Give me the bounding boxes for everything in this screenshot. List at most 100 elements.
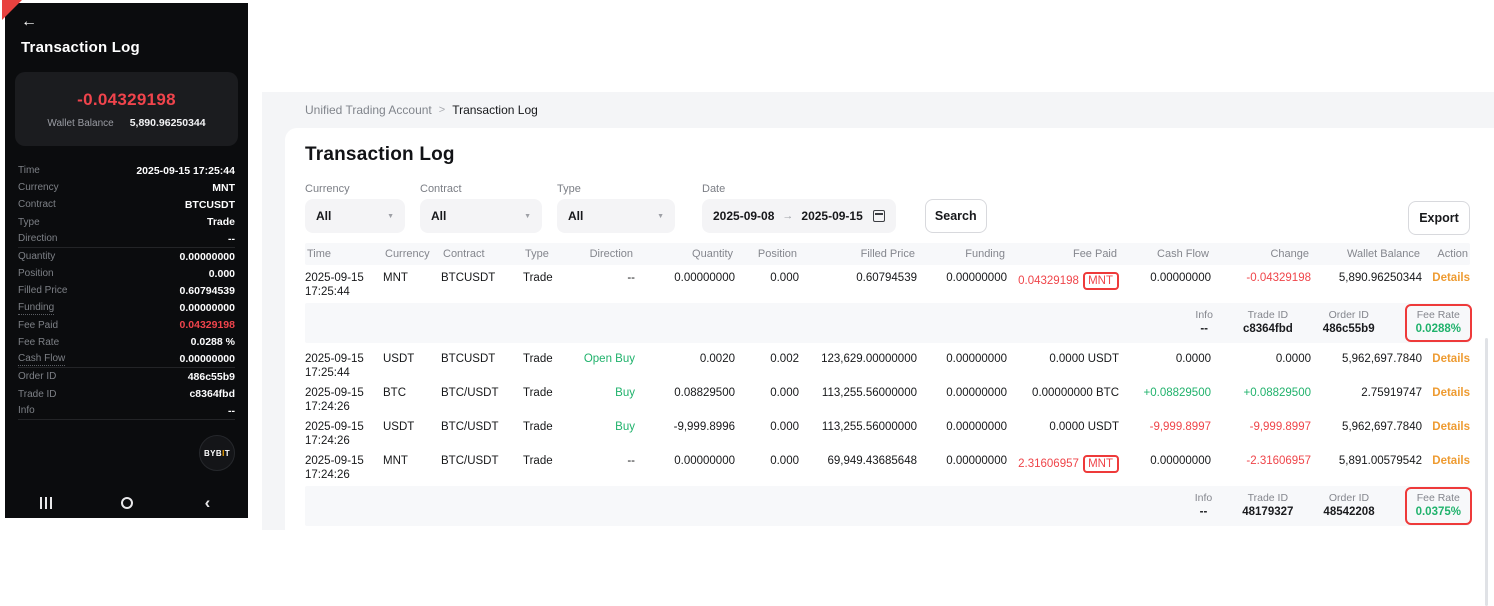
expanded-trade-id: Trade IDc8364fbd [1243,309,1293,337]
search-button[interactable]: Search [925,199,987,233]
phone-field-label: Time [18,165,40,176]
column-header: Funding [917,248,1007,260]
details-link[interactable]: Details [1432,272,1470,284]
expanded-info: Info-- [1195,309,1213,337]
calendar-icon [873,210,885,222]
table-scrollbar[interactable] [1485,338,1488,606]
info-value: -- [1195,322,1213,337]
info-value: -- [1195,505,1213,520]
expanded-fee-rate-annotation: Fee Rate0.0375% [1405,487,1472,525]
column-header: Contract [441,248,523,260]
cell-position: 0.000 [735,421,799,448]
cell-cash-flow: 0.0000 [1119,353,1211,380]
cell-cash-flow: -9,999.8997 [1119,421,1211,448]
chevron-down-icon: ▼ [657,213,664,220]
order-id-value: 48542208 [1323,505,1374,520]
column-header: Time [305,248,383,260]
type-select[interactable]: All ▼ [557,199,675,233]
cell-time: 2025-09-1517:24:26 [305,421,383,448]
column-header: Cash Flow [1119,248,1211,260]
trade-id-value: 48179327 [1242,505,1293,520]
phone-field-label: Direction [18,233,57,244]
time-line: 17:24:26 [305,435,383,449]
trade-id-label: Trade ID [1242,492,1293,505]
currency-select-value: All [316,209,331,223]
phone-field-row: Filled Price0.60794539 [18,282,235,299]
column-header: Position [735,248,799,260]
time-line: 2025-09-15 [305,455,383,469]
cell-contract: BTCUSDT [441,353,523,380]
phone-field-row: Funding0.00000000 [18,300,235,317]
export-button[interactable]: Export [1408,201,1470,235]
column-header: Change [1211,248,1311,260]
fee-paid-unit-annotation: MNT [1083,272,1119,290]
cell-fee-paid: 0.00000000 BTC [1007,387,1119,414]
table-body: 2025-09-1517:25:44MNTBTCUSDTTrade--0.000… [305,265,1470,526]
transaction-amount: -0.04329198 [77,90,176,110]
details-link[interactable]: Details [1432,421,1470,433]
expanded-detail-row: Info-- Trade IDc8364fbd Order ID486c55b9 Fe… [305,303,1470,343]
expanded-order-id: Order ID486c55b9 [1323,309,1375,337]
recents-button[interactable] [5,497,86,509]
fee-paid-unit: BTC [1096,387,1119,399]
phone-field-value: BTCUSDT [185,199,235,211]
breadcrumb-separator: > [439,104,445,116]
date-filter: Date 2025-09-08 → 2025-09-15 [702,183,896,233]
cell-change: -2.31606957 [1211,455,1311,482]
phone-field-label: Contract [18,199,56,210]
fee-rate-label: Fee Rate [1416,309,1461,322]
table-header-row: TimeCurrencyContractTypeDirectionQuantit… [305,243,1470,265]
home-button[interactable] [86,497,167,509]
bybit-logo: BYBIT [199,435,235,471]
phone-header: ← Transaction Log [5,3,248,56]
back-chevron-icon: ‹ [205,496,211,510]
cell-funding: 0.00000000 [917,353,1007,380]
cell-quantity: 0.00000000 [635,272,735,299]
details-link[interactable]: Details [1432,455,1470,467]
type-select-value: All [568,209,583,223]
phone-field-row: Contract BTCUSDT [18,196,235,213]
currency-filter: Currency All ▼ [305,183,405,233]
back-arrow-icon[interactable]: ← [21,13,37,31]
cell-direction: -- [575,272,635,299]
cell-action: Details [1422,272,1470,299]
time-line: 2025-09-15 [305,353,383,367]
cell-position: 0.002 [735,353,799,380]
phone-field-label: Fee Rate [18,337,59,348]
cell-direction: Buy [575,421,635,448]
cell-cash-flow: 0.00000000 [1119,455,1211,482]
currency-select[interactable]: All ▼ [305,199,405,233]
cell-contract: BTC/USDT [441,387,523,414]
order-id-value: 486c55b9 [1323,322,1375,337]
transaction-log-card: Transaction Log Currency All ▼ Contract … [285,128,1494,530]
cell-contract: BTC/USDT [441,455,523,482]
cell-type: Trade [523,455,575,482]
back-button[interactable]: ‹ [167,496,248,510]
phone-field-row: TypeTrade [18,214,235,231]
cell-type: Trade [523,272,575,299]
phone-field-value: 0.00000000 [180,353,235,365]
column-header: Fee Paid [1007,248,1119,260]
fee-paid-unit: USDT [1088,353,1119,365]
phone-field-row: CurrencyMNT [18,179,235,196]
cell-wallet-balance: 5,962,697.7840 [1311,421,1422,448]
cell-action: Details [1422,353,1470,380]
expanded-fee-rate-annotation: Fee Rate0.0288% [1405,304,1472,342]
contract-select[interactable]: All ▼ [420,199,542,233]
details-link[interactable]: Details [1432,387,1470,399]
cell-type: Trade [523,387,575,414]
phone-field-row: Cash Flow0.00000000 [18,351,235,368]
time-line: 2025-09-15 [305,387,383,401]
expanded-detail-row: Info--Trade ID48179327Order ID48542208Fe… [305,486,1470,526]
cell-action: Details [1422,421,1470,448]
breadcrumb-parent-link[interactable]: Unified Trading Account [305,103,432,117]
table-row: 2025-09-1517:25:44USDTBTCUSDTTradeOpen B… [305,346,1470,380]
details-link[interactable]: Details [1432,353,1470,365]
breadcrumb: Unified Trading Account > Transaction Lo… [262,92,1494,128]
cell-cash-flow: 0.00000000 [1119,272,1211,299]
wallet-balance-value: 5,890.96250344 [130,117,206,129]
column-header: Type [523,248,575,260]
date-range-picker[interactable]: 2025-09-08 → 2025-09-15 [702,199,896,233]
cell-position: 0.000 [735,387,799,414]
cell-change: +0.08829500 [1211,387,1311,414]
